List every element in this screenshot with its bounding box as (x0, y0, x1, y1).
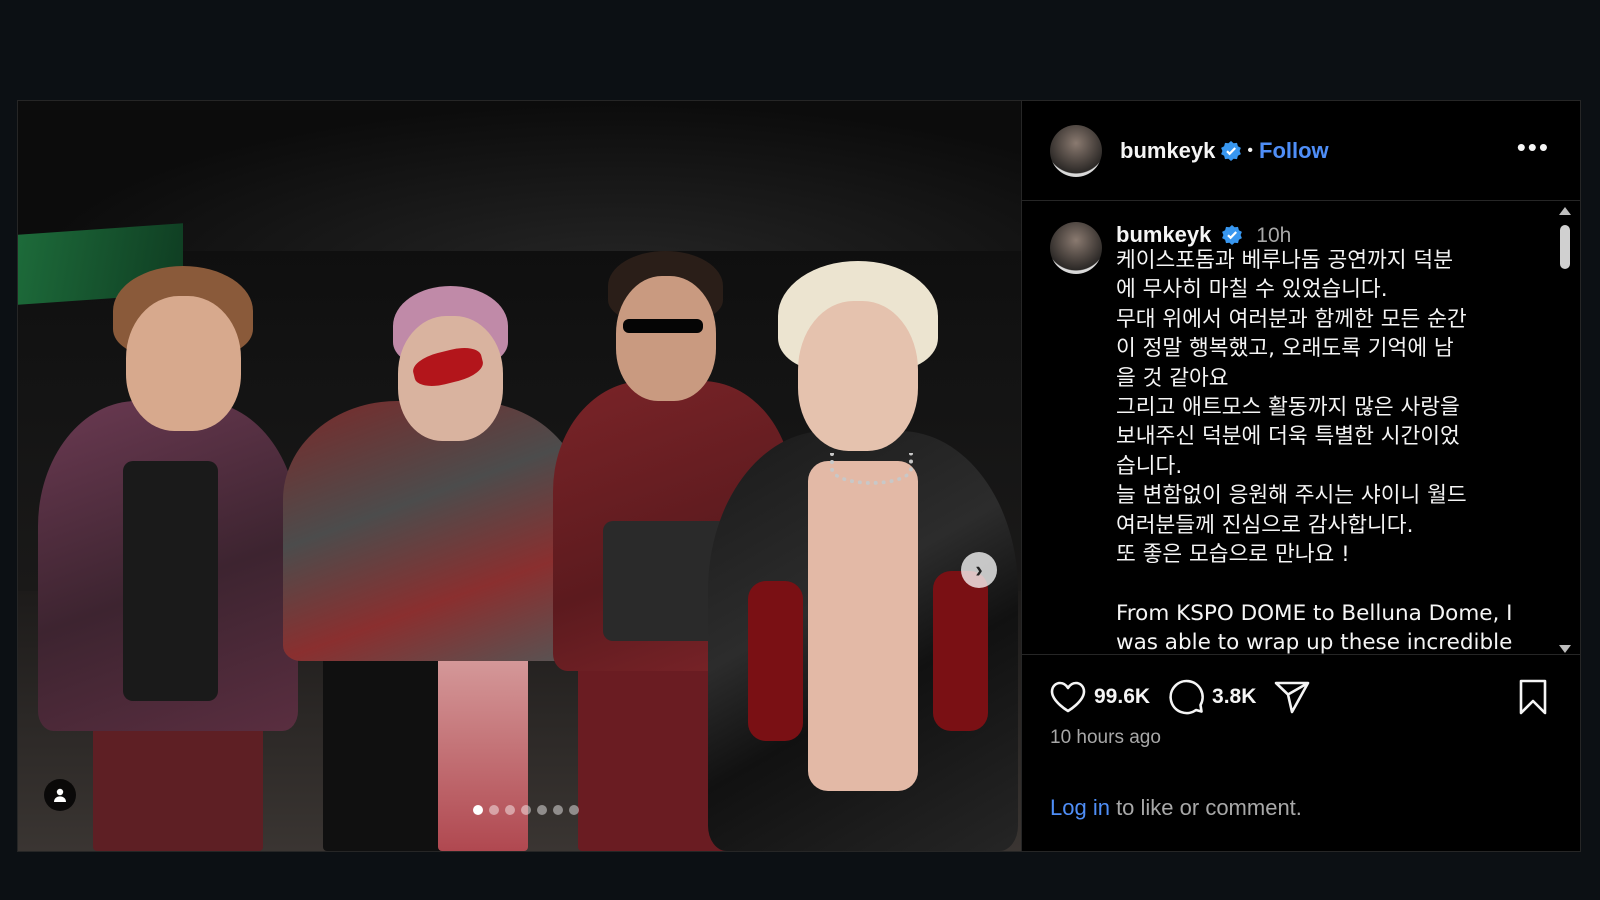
carousel-dot[interactable] (553, 805, 563, 815)
share-icon (1275, 681, 1310, 714)
caption-row: bumkeyk 10h 케이스포돔과 베루나돔 공연까지 덕분 에 무사히 마칠… (1022, 202, 1581, 654)
post-card: › bumkeyk • Follow ••• bumkeyk 10h 케이스포돔… (17, 100, 1581, 852)
comments-scrollbar[interactable] (1558, 207, 1572, 653)
login-link[interactable]: Log in (1050, 795, 1110, 820)
like-count[interactable]: 99.6K (1094, 685, 1150, 709)
caption-time[interactable]: 10h (1256, 224, 1291, 247)
comments-section[interactable]: bumkeyk 10h 케이스포돔과 베루나돔 공연까지 덕분 에 무사히 마칠… (1022, 202, 1581, 654)
scroll-down-arrow-icon[interactable] (1559, 645, 1571, 653)
carousel-dot[interactable] (505, 805, 515, 815)
scroll-up-arrow-icon[interactable] (1559, 207, 1571, 215)
caption-username[interactable]: bumkeyk (1116, 222, 1211, 247)
heart-icon (1050, 681, 1086, 713)
caption-text: 케이스포돔과 베루나돔 공연까지 덕분 에 무사히 마칠 수 있었습니다. 무대… (1116, 248, 1513, 654)
login-prompt-text: to like or comment. (1109, 795, 1302, 820)
caption-avatar[interactable] (1050, 222, 1102, 274)
chevron-right-icon: › (975, 557, 983, 582)
tagged-users-button[interactable] (44, 779, 76, 811)
comment-button[interactable]: 3.8K (1166, 677, 1256, 717)
next-photo-button[interactable]: › (961, 552, 997, 588)
post-timestamp[interactable]: 10 hours ago (1022, 717, 1581, 749)
share-button[interactable] (1272, 677, 1312, 717)
avatar[interactable] (1050, 124, 1102, 177)
comment-icon (1169, 679, 1204, 715)
like-button[interactable]: 99.6K (1048, 677, 1150, 717)
save-button[interactable] (1513, 677, 1553, 722)
action-bar: 99.6K 3.8K (1022, 655, 1581, 717)
carousel-dot[interactable] (473, 805, 483, 815)
verified-badge-icon (1221, 225, 1242, 245)
separator-dot: • (1247, 141, 1253, 159)
verified-badge-icon (1221, 140, 1242, 161)
scrollbar-thumb[interactable] (1560, 225, 1570, 269)
post-sidebar: bumkeyk • Follow ••• bumkeyk 10h 케이스포돔과 … (1021, 101, 1581, 852)
carousel-indicator (473, 805, 579, 815)
post-header: bumkeyk • Follow ••• (1022, 101, 1580, 201)
carousel-dot[interactable] (537, 805, 547, 815)
follow-button[interactable]: Follow (1259, 138, 1329, 164)
comment-count[interactable]: 3.8K (1212, 685, 1256, 709)
bookmark-icon (1519, 679, 1547, 715)
user-icon (54, 788, 66, 802)
more-options-button[interactable]: ••• (1517, 134, 1550, 160)
username-link[interactable]: bumkeyk (1120, 138, 1215, 164)
action-panel: 99.6K 3.8K 10 hours ago Log in to like o… (1022, 654, 1581, 852)
carousel-dot[interactable] (521, 805, 531, 815)
carousel-dot[interactable] (569, 805, 579, 815)
post-media[interactable]: › (18, 101, 1021, 851)
login-prompt: Log in to like or comment. (1050, 795, 1302, 821)
carousel-dot[interactable] (489, 805, 499, 815)
